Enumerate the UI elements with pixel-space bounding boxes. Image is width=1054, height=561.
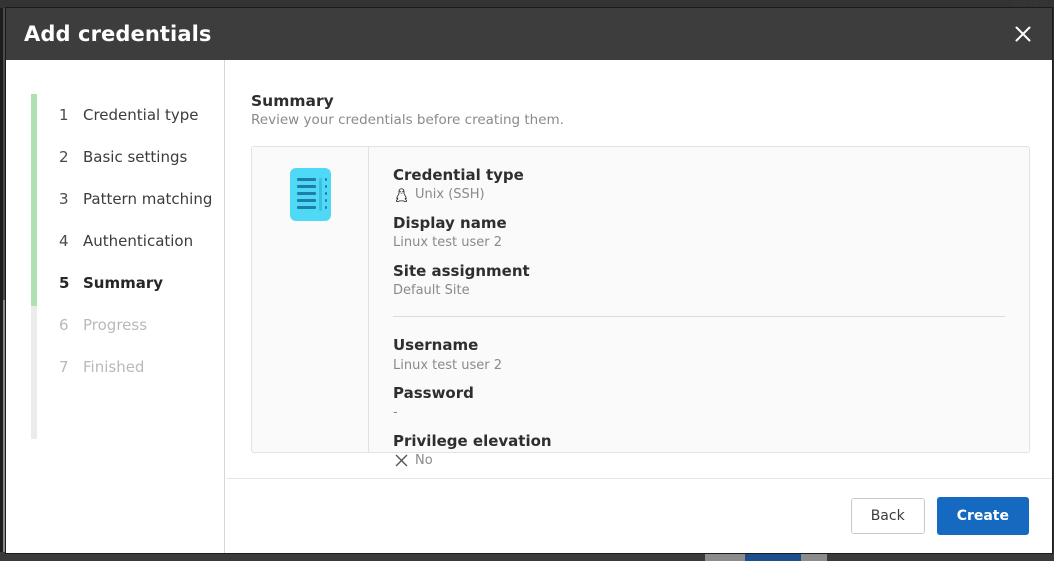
step-number: 4 — [59, 232, 69, 250]
tux-penguin-icon — [395, 188, 408, 203]
field-value: Unix (SSH) — [415, 185, 485, 205]
step-label: Progress — [83, 316, 147, 334]
step-number: 3 — [59, 190, 69, 208]
step-number: 7 — [59, 358, 69, 376]
field-label: Credential type — [393, 165, 1005, 185]
field-privilege-elevation: Privilege elevation No — [393, 431, 1005, 471]
sidebar-step-pattern-matching[interactable]: 3 Pattern matching — [6, 178, 224, 220]
close-icon[interactable] — [994, 8, 1052, 60]
field-value-row: No — [393, 451, 1005, 471]
card-divider — [393, 316, 1005, 317]
field-label: Display name — [393, 213, 1005, 233]
field-value: Linux test user 2 — [393, 356, 1005, 376]
taskbar-item-active[interactable] — [745, 552, 801, 561]
field-label: Privilege elevation — [393, 431, 1005, 451]
add-credentials-dialog: Add credentials 1 Credential type 2 Basi… — [6, 8, 1052, 553]
step-label: Authentication — [83, 232, 193, 250]
dialog-footer: Back Create — [226, 478, 1052, 553]
field-username: Username Linux test user 2 — [393, 335, 1005, 375]
field-value: Default Site — [393, 281, 1005, 301]
field-site-assignment: Site assignment Default Site — [393, 261, 1005, 301]
page-subtitle: Review your credentials before creating … — [251, 112, 1030, 128]
close-icon-glyph — [1013, 24, 1033, 44]
field-label: Site assignment — [393, 261, 1005, 281]
dialog-title: Add credentials — [24, 22, 212, 46]
taskbar-empty-right — [827, 552, 1054, 561]
sidebar-step-authentication[interactable]: 4 Authentication — [6, 220, 224, 262]
wizard-step-sidebar: 1 Credential type 2 Basic settings 3 Pat… — [6, 60, 225, 553]
taskbar — [0, 552, 1054, 561]
step-label: Credential type — [83, 106, 198, 124]
page-title: Summary — [251, 92, 1030, 110]
sidebar-step-basic-settings[interactable]: 2 Basic settings — [6, 136, 224, 178]
taskbar-item-1[interactable] — [705, 552, 745, 561]
desktop-top-strip: modem — [0, 0, 1054, 8]
field-credential-type: Credential type Unix (SSH) — [393, 165, 1005, 205]
field-value-row: Unix (SSH) — [393, 185, 1005, 205]
field-display-name: Display name Linux test user 2 — [393, 213, 1005, 253]
step-number: 5 — [59, 274, 69, 292]
taskbar-empty-left — [0, 552, 705, 561]
field-label: Username — [393, 335, 1005, 355]
field-label: Password — [393, 383, 1005, 403]
step-label: Summary — [83, 274, 163, 292]
card-icon-pane — [252, 147, 369, 452]
step-number: 1 — [59, 106, 69, 124]
step-label: Pattern matching — [83, 190, 212, 208]
field-value: Linux test user 2 — [393, 233, 1005, 253]
summary-card: Credential type Unix (SSH) — [251, 146, 1030, 453]
sidebar-step-summary[interactable]: 5 Summary — [6, 262, 224, 304]
field-password: Password - — [393, 383, 1005, 423]
field-value: - — [393, 403, 1005, 423]
step-label: Basic settings — [83, 148, 187, 166]
credential-document-icon — [290, 168, 331, 221]
step-label: Finished — [83, 358, 144, 376]
card-fields: Credential type Unix (SSH) — [369, 147, 1029, 452]
sidebar-step-credential-type[interactable]: 1 Credential type — [6, 94, 224, 136]
back-button[interactable]: Back — [851, 498, 925, 534]
field-value: No — [415, 451, 433, 471]
dialog-titlebar: Add credentials — [6, 8, 1052, 60]
create-button[interactable]: Create — [937, 497, 1029, 535]
x-mark-icon — [395, 454, 408, 467]
step-number: 6 — [59, 316, 69, 334]
step-number: 2 — [59, 148, 69, 166]
sidebar-step-finished: 7 Finished — [6, 346, 224, 388]
sidebar-step-progress: 6 Progress — [6, 304, 224, 346]
taskbar-item-3[interactable] — [801, 552, 827, 561]
